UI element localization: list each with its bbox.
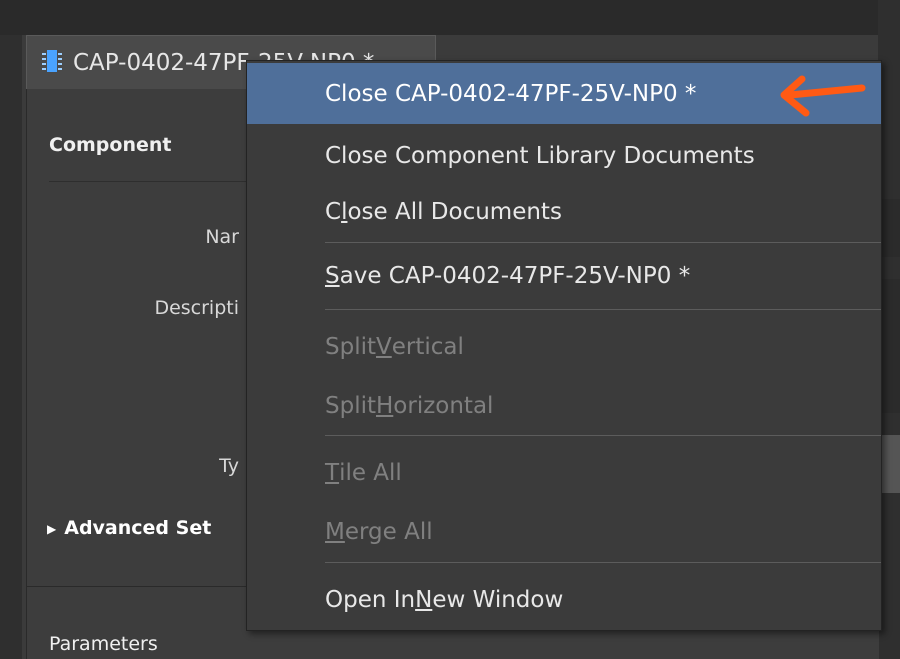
menu-item-merge-all[interactable]: Merge All — [247, 501, 881, 562]
menu-item-close-component-library-documents[interactable]: Close Component Library Documents — [247, 125, 881, 186]
advanced-settings-label: Advanced Set — [64, 517, 212, 539]
expand-arrow-icon: ▶ — [47, 521, 57, 536]
tab-context-menu: Close CAP-0402-47PF-25V-NP0 * Close Comp… — [246, 60, 882, 631]
menu-separator — [325, 562, 881, 563]
menu-item-save-document[interactable]: Save CAP-0402-47PF-25V-NP0 * — [247, 245, 881, 306]
parameters-title: Parameters — [49, 633, 158, 655]
menu-item-split-horizontal[interactable]: Split Horizontal — [247, 375, 881, 436]
menu-item-open-in-new-window[interactable]: Open In New Window — [247, 569, 881, 630]
menu-item-close-all-documents[interactable]: Cl ose All Documents — [247, 181, 881, 242]
menu-separator — [325, 242, 881, 243]
name-label: Nar — [205, 226, 239, 248]
name-input-edge[interactable] — [882, 199, 900, 257]
window-frame-left — [0, 35, 22, 659]
type-dropdown-edge[interactable] — [882, 435, 900, 493]
arrow-pointer-icon — [780, 75, 866, 117]
menu-item-tile-all[interactable]: Tile All — [247, 442, 881, 503]
type-label: Ty — [219, 455, 239, 477]
menu-item-split-vertical[interactable]: Split Vertical — [247, 316, 881, 377]
menu-separator — [325, 309, 881, 310]
component-icon — [41, 48, 63, 78]
advanced-settings-toggle[interactable]: ▶ Advanced Set — [47, 517, 211, 539]
description-input-edge[interactable] — [882, 279, 900, 413]
window-frame-top — [0, 0, 900, 35]
section-divider — [49, 181, 269, 182]
section-component-title: Component — [49, 134, 172, 156]
description-label: Descripti — [154, 297, 239, 319]
menu-separator — [325, 435, 881, 436]
